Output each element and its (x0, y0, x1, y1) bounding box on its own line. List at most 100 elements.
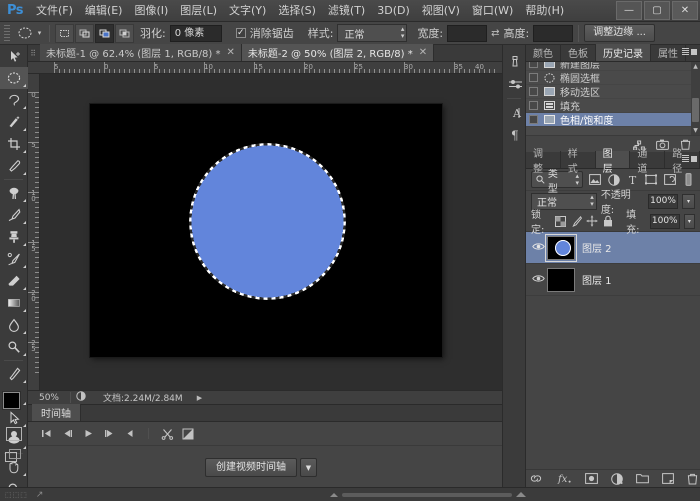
document-tab-1[interactable]: 未标题-1 @ 62.4% (图层 1, RGB/8) * ✕ (40, 44, 242, 61)
lock-all-icon[interactable] (602, 213, 614, 229)
menu-layer[interactable]: 图层(L) (174, 0, 223, 22)
new-selection-button[interactable] (55, 23, 74, 43)
document-tab-2[interactable]: 未标题-2 @ 50% (图层 2, RGB/8) * ✕ (241, 44, 435, 61)
width-input[interactable] (447, 24, 488, 42)
next-frame-icon[interactable] (99, 425, 119, 443)
pen-tool[interactable] (0, 363, 28, 385)
quick-mask-icon[interactable] (6, 427, 22, 441)
layer-thumbnail-1[interactable] (547, 267, 575, 292)
foreground-color-swatch[interactable] (3, 392, 20, 409)
create-video-timeline-button[interactable]: 创建视频时间轴 (205, 458, 297, 477)
menu-filter[interactable]: 滤镜(T) (322, 0, 371, 22)
close-icon[interactable]: ✕ (672, 1, 698, 20)
status-expand-icon[interactable]: ▶ (197, 394, 202, 402)
quick-selection-tool[interactable] (0, 111, 28, 133)
tool-preset-chevron-down-icon[interactable]: ▾ (35, 24, 44, 42)
menu-edit[interactable]: 编辑(E) (79, 0, 129, 22)
add-to-selection-button[interactable] (75, 23, 94, 43)
menu-window[interactable]: 窗口(W) (466, 0, 519, 22)
history-item-4[interactable]: 色相/饱和度 (526, 113, 700, 127)
horizontal-ruler[interactable]: 5 0 5 10 15 20 25 30 35 40 (28, 62, 502, 74)
history-item-0[interactable]: 新建图层 (526, 62, 700, 71)
history-item-2[interactable]: 移动选区 (526, 85, 700, 99)
link-layers-icon[interactable] (529, 474, 543, 483)
clone-stamp-tool[interactable] (0, 226, 28, 248)
style-select[interactable]: 正常 ▴ ▾ (337, 24, 408, 42)
share-icon[interactable]: ↗ (36, 490, 44, 500)
delete-layer-icon[interactable] (687, 473, 698, 485)
refine-edge-button[interactable]: 调整边缘 ... (584, 24, 655, 42)
tab-properties[interactable]: 属性 (651, 44, 686, 61)
layer-visibility-icon[interactable] (530, 274, 547, 286)
layer-row-1[interactable]: 图层 1 (526, 264, 700, 296)
elliptical-marquee-tool[interactable] (0, 67, 28, 89)
crop-tool[interactable] (0, 133, 28, 155)
height-input[interactable] (533, 24, 574, 42)
split-clip-icon[interactable] (157, 425, 177, 443)
document-tab-1-close-icon[interactable]: ✕ (226, 47, 234, 58)
scroll-left-icon[interactable] (330, 492, 338, 497)
antialias-group[interactable]: ✓ 消除锯齿 (235, 25, 294, 41)
spot-healing-brush-tool[interactable] (0, 182, 28, 204)
layer-thumbnail-0[interactable] (545, 233, 577, 262)
history-snapshot-checkbox[interactable] (529, 62, 538, 68)
create-snapshot-icon[interactable] (656, 139, 669, 150)
tab-layers[interactable]: 图层 (595, 149, 631, 175)
screen-mode-icon[interactable] (5, 449, 23, 465)
tab-swatches[interactable]: 色板 (561, 44, 596, 61)
history-item-3[interactable]: 填充 (526, 99, 700, 113)
history-snapshot-checkbox[interactable] (529, 87, 538, 96)
scroll-down-icon[interactable]: ▼ (692, 127, 699, 134)
menu-view[interactable]: 视图(V) (416, 0, 466, 22)
lock-transparent-pixels-icon[interactable] (555, 213, 567, 229)
previous-frame-icon[interactable] (57, 425, 77, 443)
add-layer-mask-icon[interactable] (584, 473, 598, 484)
transition-icon[interactable] (178, 425, 198, 443)
tab-timeline[interactable]: 时间轴 (32, 404, 81, 421)
history-snapshot-checkbox[interactable] (529, 115, 538, 124)
tab-color[interactable]: 颜色 (526, 44, 561, 61)
fill-chevron-down-icon[interactable]: ▾ (683, 213, 695, 229)
scroll-track[interactable] (342, 492, 512, 497)
opacity-value[interactable]: 100% (648, 193, 679, 209)
history-scroll-thumb[interactable] (692, 98, 699, 122)
layer-row-0[interactable]: 图层 2 (526, 232, 700, 264)
gradient-tool[interactable] (0, 292, 28, 314)
tab-history[interactable]: 历史记录 (596, 44, 651, 61)
menu-type[interactable]: 文字(Y) (223, 0, 272, 22)
menu-select[interactable]: 选择(S) (272, 0, 322, 22)
fill-value[interactable]: 100% (649, 213, 680, 229)
antialias-checkbox[interactable]: ✓ (235, 28, 246, 38)
new-layer-icon[interactable] (661, 473, 674, 484)
scroll-up-icon[interactable]: ▲ (692, 63, 699, 70)
new-adjustment-layer-icon[interactable] (610, 472, 623, 485)
history-brush-tool[interactable] (0, 248, 28, 270)
menu-file[interactable]: 文件(F) (30, 0, 79, 22)
layer-style-icon[interactable]: fx (556, 473, 572, 484)
create-timeline-chevron-down-icon[interactable]: ▼ (300, 458, 317, 477)
panel-menu-icon-2[interactable] (682, 155, 697, 162)
artboard[interactable] (90, 104, 442, 357)
eraser-tool[interactable] (0, 270, 28, 292)
history-snapshot-checkbox[interactable] (529, 101, 538, 110)
tab-styles[interactable]: 样式 (561, 149, 596, 175)
elliptical-marquee-icon[interactable] (15, 24, 35, 42)
panel-menu-icon[interactable] (682, 48, 697, 55)
options-bar-grip[interactable] (4, 25, 10, 41)
vertical-ruler[interactable]: 0 5 10 15 20 25 (28, 74, 40, 391)
play-icon[interactable] (78, 425, 98, 443)
history-snapshot-checkbox[interactable] (529, 73, 538, 82)
swap-dimensions-icon[interactable]: ⇄ (487, 28, 503, 39)
scroll-right-icon[interactable] (516, 492, 526, 497)
zoom-level[interactable]: 50% (28, 393, 70, 403)
layer-visibility-icon[interactable] (530, 242, 547, 254)
go-to-first-frame-icon[interactable] (36, 425, 56, 443)
bottom-scrollbar[interactable] (330, 492, 526, 497)
dodge-tool[interactable] (0, 336, 28, 358)
history-item-1[interactable]: 椭圆选框 (526, 71, 700, 85)
canvas-area[interactable] (40, 74, 502, 391)
history-scrollbar[interactable]: ▲ ▼ (691, 62, 700, 135)
lasso-tool[interactable] (0, 89, 28, 111)
layer-name-0[interactable]: 图层 2 (582, 240, 612, 255)
tab-bar-grip[interactable]: ⠿ (28, 45, 38, 62)
